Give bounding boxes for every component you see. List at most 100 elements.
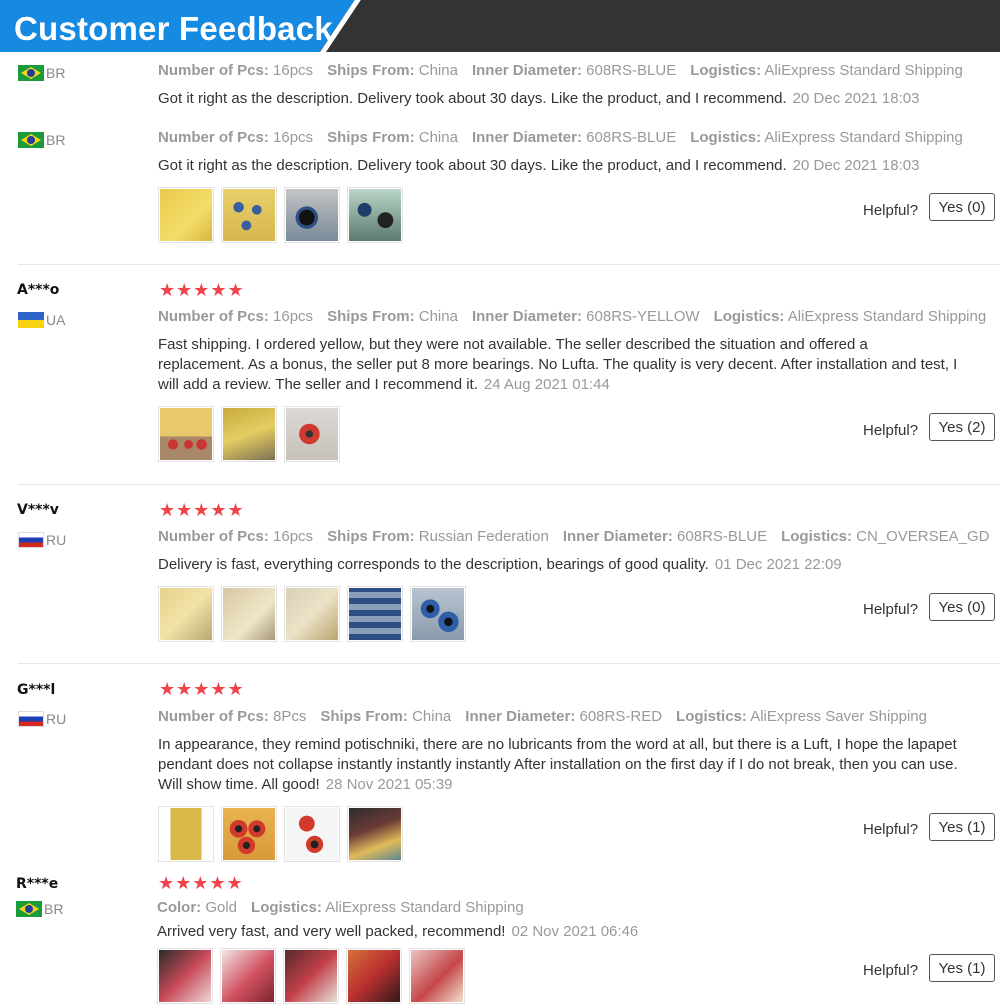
ships-from-label: Ships From: bbox=[327, 129, 415, 146]
country: BR bbox=[18, 65, 65, 81]
russia-flag-icon bbox=[18, 532, 44, 548]
helpful-yes-button[interactable]: Yes (2) bbox=[929, 413, 995, 441]
helpful-label: Helpful? bbox=[863, 821, 919, 838]
helpful-label: Helpful? bbox=[863, 422, 919, 439]
country: RU bbox=[18, 532, 66, 548]
logistics-label: Logistics: bbox=[690, 129, 762, 146]
review-photo-thumbnail[interactable] bbox=[284, 586, 340, 642]
review-date: 24 Aug 2021 01:44 bbox=[483, 376, 610, 393]
pcs-label: Number of Pcs: bbox=[158, 308, 269, 325]
review-photo-thumbnail[interactable] bbox=[347, 806, 403, 862]
review-body: Got it right as the description. Deliver… bbox=[158, 90, 787, 107]
review-attributes: Number of Pcs: 16pcs Ships From: Russian … bbox=[158, 528, 989, 545]
helpful-label: Helpful? bbox=[863, 601, 919, 618]
review-photo-thumbnail[interactable] bbox=[158, 187, 214, 243]
pcs-value: 16pcs bbox=[273, 308, 314, 325]
country: BR bbox=[18, 132, 65, 148]
pcs-value: 16pcs bbox=[273, 62, 314, 79]
review-date: 28 Nov 2021 05:39 bbox=[325, 776, 453, 793]
review-photo-thumbnail[interactable] bbox=[220, 948, 276, 1004]
inner-diameter-value: 608RS-BLUE bbox=[586, 62, 677, 79]
color-label: Color: bbox=[157, 899, 202, 916]
country-code: UA bbox=[46, 312, 66, 328]
brazil-flag-icon bbox=[16, 901, 42, 917]
helpful-label: Helpful? bbox=[863, 202, 919, 219]
review-attributes: Number of Pcs: 8Pcs Ships From: China Inne… bbox=[158, 708, 927, 725]
review-text: In appearance, they remind potischniki, … bbox=[158, 735, 958, 795]
review-photo-thumbnail[interactable] bbox=[347, 586, 403, 642]
pcs-label: Number of Pcs: bbox=[158, 62, 269, 79]
inner-diameter-value: 608RS-RED bbox=[579, 708, 663, 725]
review-date: 20 Dec 2021 18:03 bbox=[792, 157, 920, 174]
russia-flag-icon bbox=[18, 711, 44, 727]
review-photo-thumbnail[interactable] bbox=[347, 187, 403, 243]
review-photo-thumbnail[interactable] bbox=[157, 948, 213, 1004]
inner-diameter-value: 608RS-BLUE bbox=[677, 528, 768, 545]
reviewer-name: A***o bbox=[17, 282, 60, 298]
inner-diameter-value: 608RS-YELLOW bbox=[586, 308, 700, 325]
ships-from-value: Russian Federation bbox=[418, 528, 549, 545]
inner-diameter-label: Inner Diameter: bbox=[471, 308, 582, 325]
review-photo-thumbnail[interactable] bbox=[221, 187, 277, 243]
review-photos bbox=[158, 406, 340, 462]
review-body: Arrived very fast, and very well packed,… bbox=[157, 923, 506, 940]
helpful-yes-button[interactable]: Yes (0) bbox=[929, 193, 995, 221]
helpful-yes-button[interactable]: Yes (1) bbox=[929, 813, 995, 841]
reviewer-name: G***l bbox=[17, 682, 56, 698]
review-photo-thumbnail[interactable] bbox=[158, 406, 214, 462]
helpful-yes-button[interactable]: Yes (1) bbox=[929, 954, 995, 982]
review-attributes: Number of Pcs: 16pcs Ships From: China Inn… bbox=[158, 62, 963, 79]
review-photo-thumbnail[interactable] bbox=[284, 806, 340, 862]
ships-from-value: China bbox=[412, 708, 452, 725]
pcs-value: 16pcs bbox=[273, 129, 314, 146]
brazil-flag-icon bbox=[18, 65, 44, 81]
review-photo-thumbnail[interactable] bbox=[221, 806, 277, 862]
country: RU bbox=[18, 711, 66, 727]
review-photo-thumbnail[interactable] bbox=[346, 948, 402, 1004]
review-photos bbox=[158, 586, 466, 642]
review-photo-thumbnail[interactable] bbox=[221, 406, 277, 462]
review-text: Delivery is fast, everything corresponds… bbox=[158, 555, 958, 575]
review-photos bbox=[158, 806, 403, 862]
review-divider bbox=[18, 663, 1000, 664]
review-photo-thumbnail[interactable] bbox=[158, 586, 214, 642]
logistics-value: AliExpress Standard Shipping bbox=[325, 899, 524, 916]
color-value: Gold bbox=[205, 899, 238, 916]
country: UA bbox=[18, 312, 65, 328]
review-divider bbox=[18, 484, 1000, 485]
logistics-label: Logistics: bbox=[676, 708, 747, 725]
review-photo-thumbnail[interactable] bbox=[410, 586, 466, 642]
star-rating: ★★★★★ bbox=[158, 873, 244, 893]
review-photo-thumbnail[interactable] bbox=[284, 406, 340, 462]
ships-from-label: Ships From: bbox=[320, 708, 408, 725]
review-photo-thumbnail[interactable] bbox=[158, 806, 214, 862]
reviewer-name: R***e bbox=[16, 876, 59, 892]
star-rating: ★★★★★ bbox=[159, 679, 245, 699]
review-body: Got it right as the description. Deliver… bbox=[158, 157, 787, 174]
review-photo-thumbnail[interactable] bbox=[409, 948, 465, 1004]
logistics-value: AliExpress Standard Shipping bbox=[764, 129, 963, 146]
review-photo-thumbnail[interactable] bbox=[284, 187, 340, 243]
ships-from-label: Ships From: bbox=[327, 308, 415, 325]
review-text: Got it right as the description. Deliver… bbox=[158, 89, 958, 109]
review-photos bbox=[158, 187, 403, 243]
logistics-value: AliExpress Saver Shipping bbox=[750, 708, 927, 725]
helpful-yes-button[interactable]: Yes (0) bbox=[929, 593, 995, 621]
review-body: In appearance, they remind potischniki, … bbox=[158, 736, 958, 793]
review-photos bbox=[157, 948, 465, 1004]
country-code: RU bbox=[46, 711, 67, 727]
country-code: BR bbox=[46, 132, 66, 148]
inner-diameter-label: Inner Diameter: bbox=[471, 129, 582, 146]
ships-from-value: China bbox=[418, 62, 458, 79]
ships-from-label: Ships From: bbox=[327, 528, 415, 545]
country-code: BR bbox=[44, 901, 64, 917]
country: BR bbox=[16, 901, 63, 917]
review-date: 20 Dec 2021 18:03 bbox=[792, 90, 920, 107]
review-photo-thumbnail[interactable] bbox=[283, 948, 339, 1004]
star-rating: ★★★★★ bbox=[159, 500, 245, 520]
review-attributes: Number of Pcs: 16pcs Ships From: China Inn… bbox=[158, 129, 963, 146]
review-photo-thumbnail[interactable] bbox=[221, 586, 277, 642]
ships-from-value: China bbox=[418, 308, 458, 325]
pcs-value: 16pcs bbox=[273, 528, 314, 545]
pcs-label: Number of Pcs: bbox=[158, 708, 269, 725]
